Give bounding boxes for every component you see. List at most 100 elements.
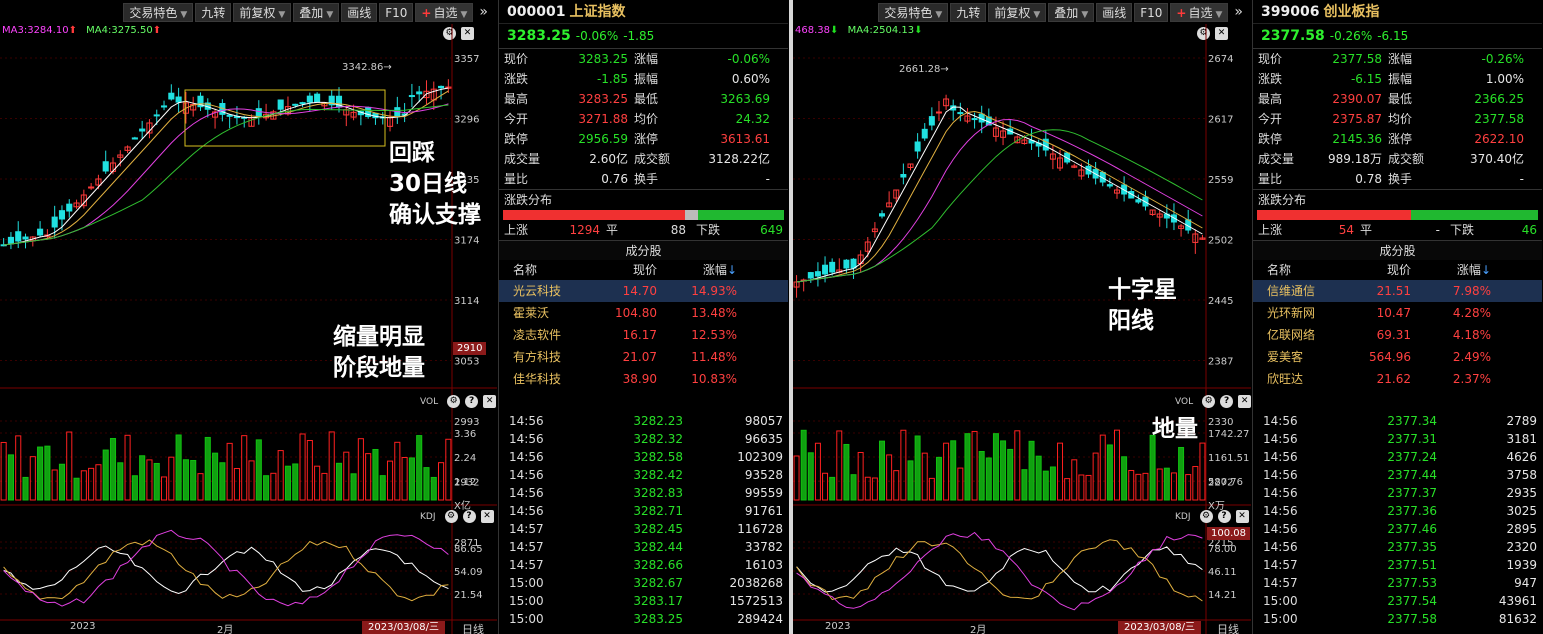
volume-bar [1071, 459, 1078, 501]
close-icon[interactable]: ✕ [480, 510, 494, 523]
trade-row: 14:56 3282.71 91761 [499, 502, 789, 520]
period-tab[interactable]: 日线 [1217, 621, 1239, 634]
volume-bar [263, 475, 270, 501]
volume-bar [190, 459, 197, 501]
stat-row: 成交量 989.18万 成交额 370.40亿 [1253, 149, 1542, 169]
volume-bar [321, 472, 328, 501]
volume-bar [204, 436, 211, 501]
trade-row: 14:56 2377.36 3025 [1253, 502, 1543, 520]
quote-stats: 现价 2377.58 涨幅 -0.26% 涨跌 -6.15 振幅 1.00% 最高 2390.07… [1253, 49, 1542, 189]
component-row[interactable]: 欣旺达 21.62 2.37% [1253, 368, 1542, 390]
kdj-tick: 46.11 [1208, 567, 1237, 578]
volume-bar [857, 451, 864, 501]
stat-label: 涨幅 [634, 52, 659, 66]
help-icon[interactable]: ? [462, 510, 476, 523]
help-icon[interactable]: ? [1220, 395, 1234, 408]
period-tab[interactable]: 日线 [462, 621, 484, 634]
trade-price: 3282.45 [633, 522, 683, 536]
quote-stats: 现价 3283.25 涨幅 -0.06% 涨跌 -1.85 振幅 0.60% 最高 3283.25… [499, 49, 788, 189]
trade-ticks: 14:56 2377.34 2789 14:56 2377.31 3181 14:56 237… [1253, 412, 1543, 628]
volume-bar [921, 452, 928, 501]
trade-time: 14:56 [1263, 450, 1298, 464]
trade-time: 14:57 [1263, 558, 1298, 572]
settings-icon[interactable]: ⚙ [1199, 510, 1213, 523]
trade-time: 14:56 [1263, 486, 1298, 500]
volume-bar [241, 435, 248, 501]
col-change[interactable]: 涨幅↓ [657, 260, 767, 280]
trade-volume: 2789 [1506, 414, 1537, 428]
settings-icon[interactable]: ⚙ [447, 395, 461, 408]
help-icon[interactable]: ? [1217, 510, 1231, 523]
component-row[interactable]: 光云科技 14.70 14.93% [499, 280, 788, 302]
annot-line: 回踩 [389, 140, 435, 166]
ma-line [796, 106, 1203, 283]
component-row[interactable]: 信维通信 21.51 7.98% [1253, 280, 1542, 302]
trade-volume: 2038268 [729, 576, 783, 590]
trade-price: 3282.71 [633, 504, 683, 518]
price-tick: 2559 [1208, 175, 1233, 186]
col-name[interactable]: 名称 [513, 260, 587, 280]
close-icon[interactable]: ✕ [483, 395, 497, 408]
stat-label: 成交量 [1258, 152, 1295, 166]
close-icon[interactable]: ✕ [1238, 395, 1252, 408]
volume-bar [992, 433, 999, 501]
stat-label: 现价 [1258, 52, 1283, 66]
component-row[interactable]: 亿联网络 69.31 4.18% [1253, 324, 1542, 346]
stat-label: 最低 [634, 92, 659, 106]
trade-ticks: 14:56 3282.23 98057 14:56 3282.32 96635 14:56 3… [499, 412, 789, 628]
col-change[interactable]: 涨幅↓ [1411, 260, 1521, 280]
volume-bar [985, 457, 992, 501]
trade-volume: 3025 [1506, 504, 1537, 518]
ma-line [796, 118, 1203, 283]
trade-time: 15:00 [509, 594, 544, 608]
component-row[interactable]: 佳华科技 38.90 10.83% [499, 368, 788, 390]
component-row[interactable]: 霍莱沃 104.80 13.48% [499, 302, 788, 324]
trade-row: 14:56 2377.31 3181 [1253, 430, 1543, 448]
help-icon[interactable]: ? [465, 395, 479, 408]
volume-bar [255, 439, 262, 501]
component-row[interactable]: 凌志软件 16.17 12.53% [499, 324, 788, 346]
col-price[interactable]: 现价 [1341, 260, 1411, 280]
stat-row: 涨跌 -1.85 振幅 0.60% [499, 69, 788, 89]
trade-row: 14:56 2377.44 3758 [1253, 466, 1543, 484]
trade-volume: 43961 [1498, 594, 1537, 608]
kdj-tick: 21.54 [454, 590, 483, 601]
stat-value: - [1519, 172, 1524, 186]
stat-value: 2.60亿 [589, 152, 628, 166]
stock-code: 000001 [507, 4, 566, 20]
volume-bar [168, 456, 175, 501]
trade-price: 3282.23 [633, 414, 683, 428]
trade-time: 14:56 [509, 468, 544, 482]
annot-line: 阶段地量 [333, 355, 425, 381]
volume-bar [1142, 472, 1149, 501]
component-row[interactable]: 有方科技 21.07 11.48% [499, 346, 788, 368]
candle-body [22, 236, 29, 240]
col-price[interactable]: 现价 [587, 260, 657, 280]
vol-icons: VOL ⚙ ? ✕ [420, 395, 497, 408]
component-row[interactable]: 光环新网 10.47 4.28% [1253, 302, 1542, 324]
volume-bar [15, 435, 22, 501]
stat-label: 量比 [504, 172, 529, 186]
stat-row: 今开 3271.88 均价 24.32 [499, 109, 788, 129]
candle-body [226, 114, 233, 117]
x-label-feb: 2月 [217, 625, 234, 634]
vol-tick: 580.76 [1208, 477, 1243, 488]
component-change: 7.98% [1452, 284, 1491, 298]
trade-price: 3282.83 [633, 486, 683, 500]
stat-label: 现价 [504, 52, 529, 66]
settings-icon[interactable]: ⚙ [1202, 395, 1216, 408]
stock-name: 创业板指 [1323, 4, 1380, 20]
trade-volume: 2320 [1506, 540, 1537, 554]
trade-price: 3282.66 [633, 558, 683, 572]
trade-row: 14:56 3282.58 102309 [499, 448, 789, 466]
component-price: 10.47 [1376, 306, 1411, 320]
trade-row: 14:56 2377.46 2895 [1253, 520, 1543, 538]
component-row[interactable]: 爱美客 564.96 2.49% [1253, 346, 1542, 368]
settings-icon[interactable]: ⚙ [444, 510, 458, 523]
col-name[interactable]: 名称 [1267, 260, 1341, 280]
component-name: 信维通信 [1267, 284, 1316, 298]
candle-body [66, 203, 73, 212]
volume-bar [950, 440, 957, 501]
close-icon[interactable]: ✕ [1235, 510, 1249, 523]
trade-row: 14:56 3282.42 93528 [499, 466, 789, 484]
